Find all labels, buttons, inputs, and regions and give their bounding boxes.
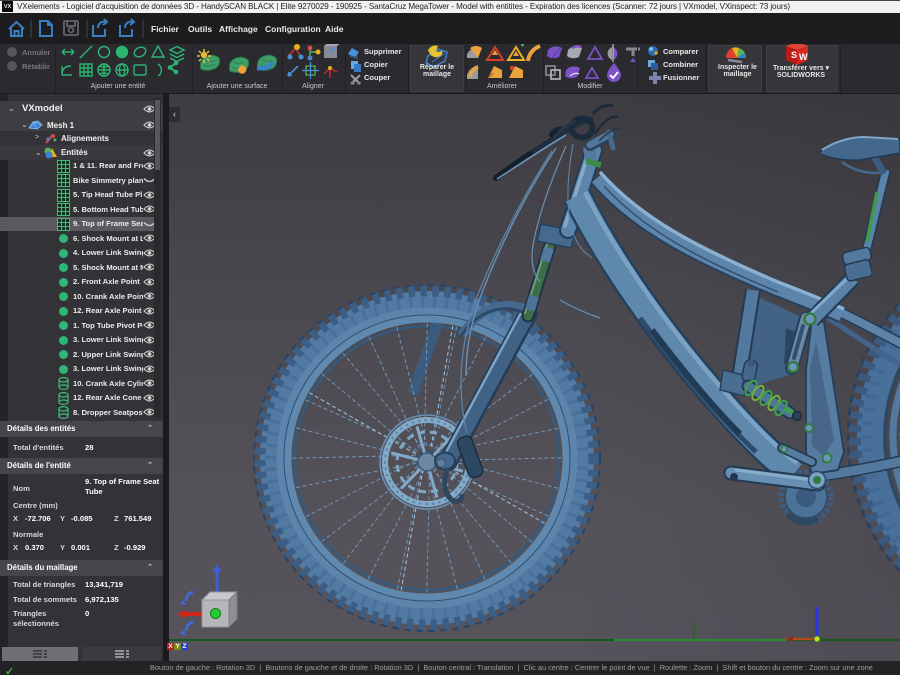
svg-text:W: W: [799, 52, 808, 62]
svg-text:S: S: [791, 50, 797, 60]
